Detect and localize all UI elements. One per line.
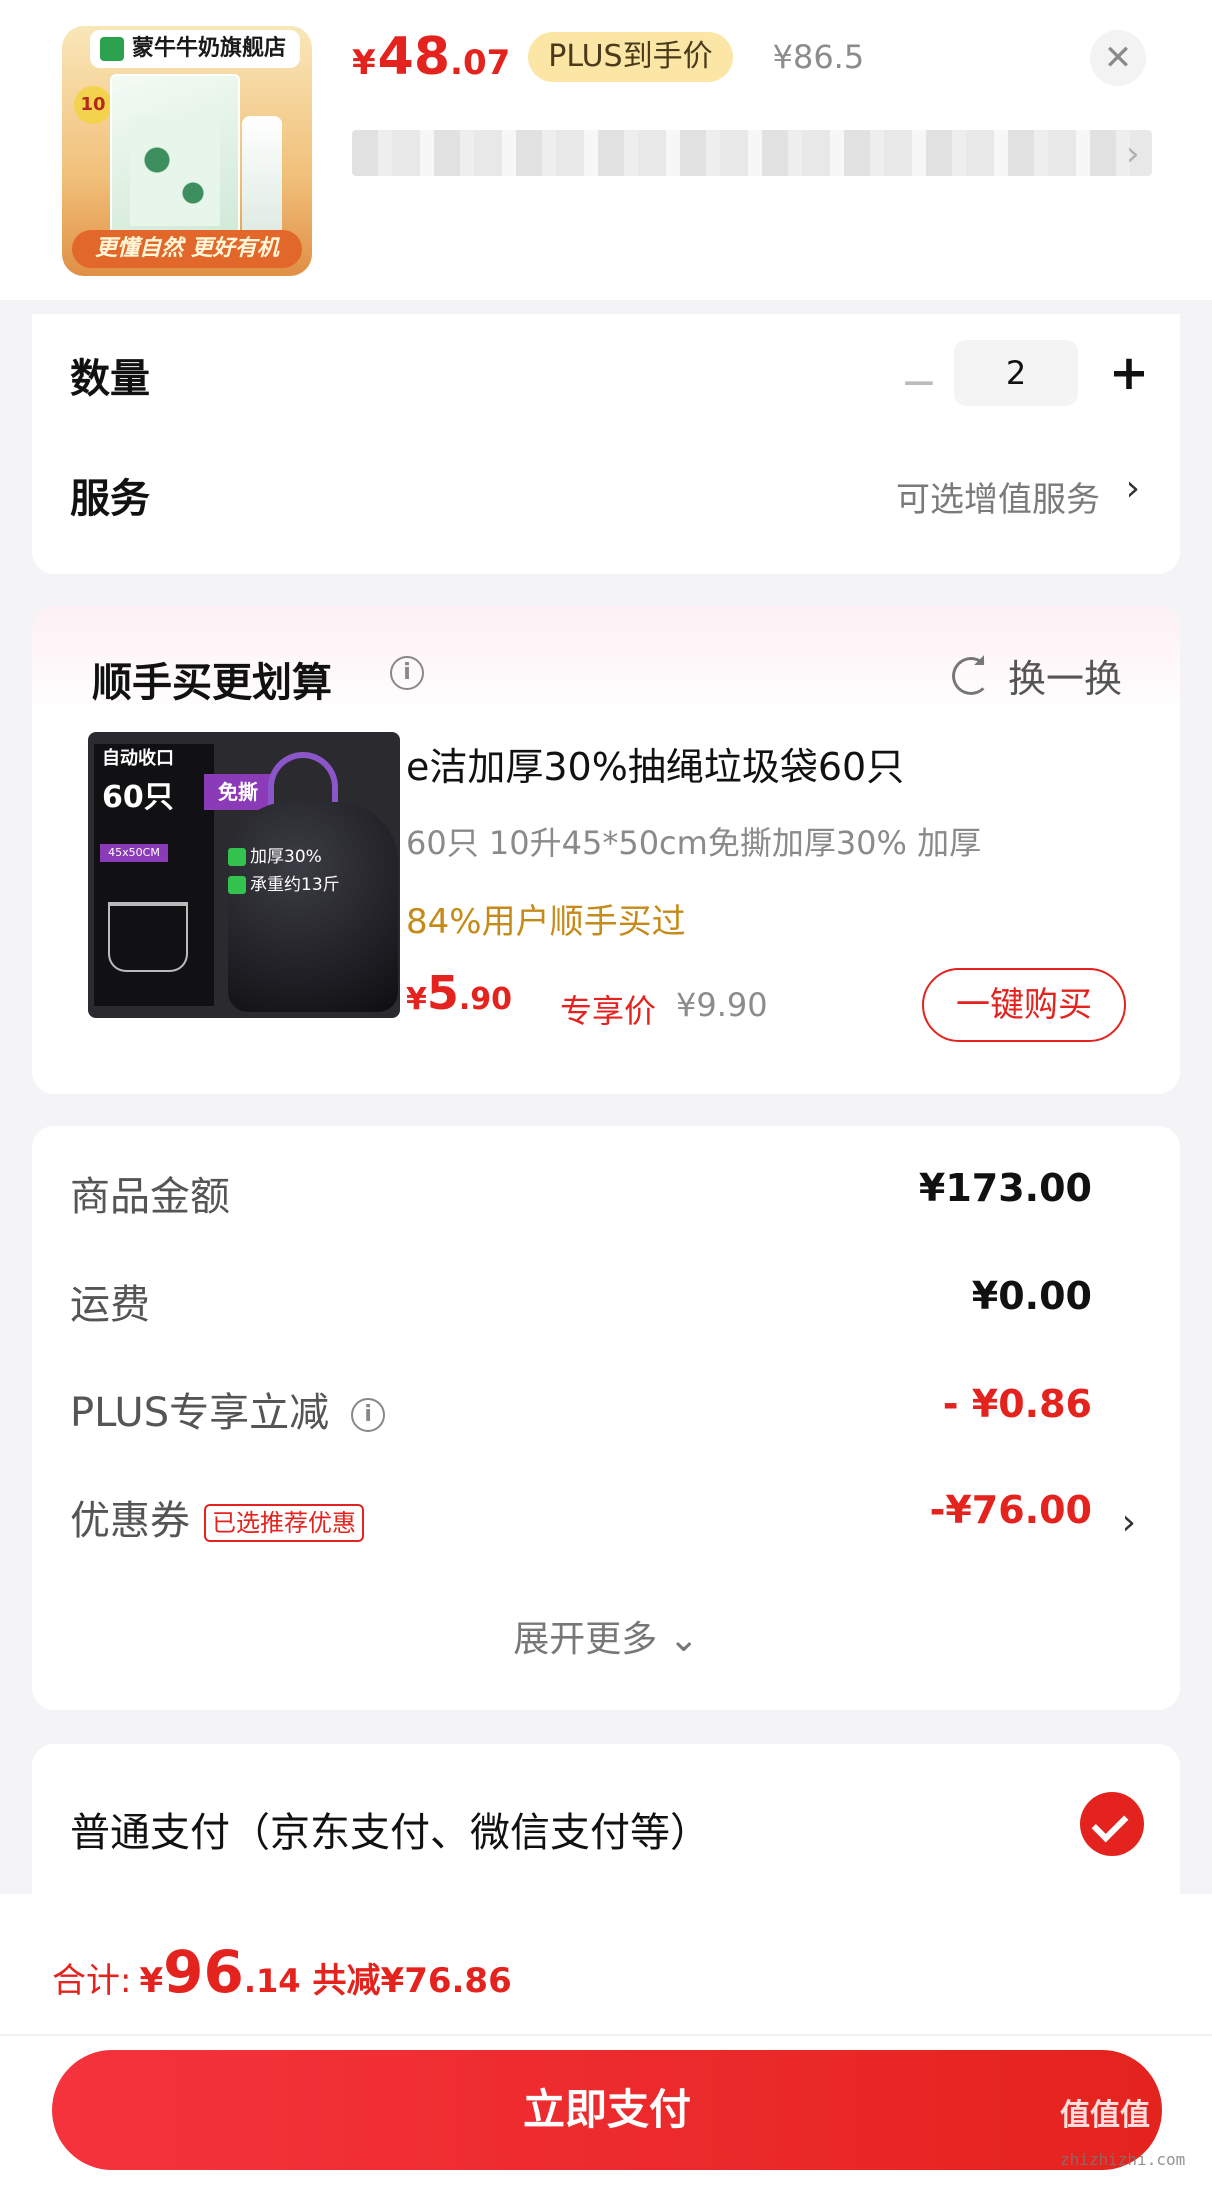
order-total: 合计: ¥ 96 .14 共减¥76.86 bbox=[52, 1938, 512, 2006]
shipping-label: 运费 bbox=[70, 1282, 150, 1328]
bundle-product-image[interactable]: 自动收口 60只 免撕 45x50CM 加厚30% 承重约13斤 bbox=[88, 732, 400, 1018]
subtotal-value: ¥173.00 bbox=[918, 1166, 1092, 1210]
coupon-value[interactable]: -¥76.00 bbox=[930, 1488, 1092, 1532]
quantity-input[interactable]: 2 bbox=[954, 340, 1078, 406]
shipping-value: ¥0.00 bbox=[971, 1274, 1092, 1318]
product-price-row: ¥ 48 .07 PLUS到手价 ¥86.5 bbox=[352, 22, 864, 92]
pay-now-button[interactable]: 立即支付 bbox=[52, 2050, 1162, 2170]
bundle-product-name[interactable]: e洁加厚30%抽绳垃圾袋60只 bbox=[406, 736, 904, 791]
count-badge: 10 bbox=[74, 86, 112, 124]
check-icon bbox=[228, 848, 246, 866]
plus-discount-label: PLUS专享立减 i bbox=[70, 1380, 386, 1438]
quantity-service-card: 数量 − 2 + 服务 可选增值服务 › bbox=[32, 314, 1180, 574]
selected-check-icon[interactable] bbox=[1080, 1792, 1144, 1856]
quantity-minus-button[interactable]: − bbox=[894, 358, 944, 408]
watermark-url: zhizhizhi.com bbox=[1060, 2150, 1186, 2169]
quantity-label: 数量 bbox=[70, 356, 150, 402]
payment-method-card[interactable]: 普通支付（京东支付、微信支付等） bbox=[32, 1744, 1180, 1894]
product-header: 蒙牛牛奶旗舰店 10 更懂自然 更好有机 ¥ 48 .07 PLUS到手价 ¥8… bbox=[0, 0, 1212, 300]
bundle-card: 顺手买更划算 i 换一换 自动收口 60只 免撕 45x50CM 加厚30% 承… bbox=[32, 606, 1180, 1094]
swap-button[interactable]: 换一换 bbox=[951, 648, 1122, 703]
package-count-text: 60只 bbox=[102, 780, 174, 815]
chevron-right-icon[interactable]: › bbox=[1126, 468, 1140, 509]
service-label: 服务 bbox=[70, 476, 150, 522]
coupon-recommended-tag: 已选推荐优惠 bbox=[204, 1504, 364, 1542]
product-image[interactable]: 蒙牛牛奶旗舰店 10 更懂自然 更好有机 bbox=[62, 26, 312, 276]
milk-box-graphic bbox=[110, 74, 240, 244]
chevron-right-icon[interactable]: › bbox=[1126, 134, 1140, 174]
store-logo-icon bbox=[100, 37, 124, 61]
original-price: ¥86.5 bbox=[772, 38, 865, 76]
blurred-product-title[interactable] bbox=[352, 130, 1152, 176]
watermark-logo: 值值值 bbox=[1060, 2098, 1150, 2133]
total-saved: 共减¥76.86 bbox=[312, 1961, 512, 2001]
chevron-right-icon[interactable]: › bbox=[1122, 1502, 1136, 1543]
checkout-bar: 合计: ¥ 96 .14 共减¥76.86 立即支付 bbox=[0, 1894, 1212, 2187]
plus-price-tag: PLUS到手价 bbox=[528, 32, 733, 82]
package-feature-2: 承重约13斤 bbox=[228, 870, 340, 895]
bundle-social-proof: 84%用户顺手买过 bbox=[406, 902, 686, 942]
product-price: ¥ 48 .07 bbox=[352, 27, 511, 87]
payment-method-label: 普通支付（京东支付、微信支付等） bbox=[70, 1810, 710, 1856]
info-icon[interactable]: i bbox=[390, 656, 424, 690]
package-feature-1: 加厚30% bbox=[228, 842, 322, 867]
product-slogan: 更懂自然 更好有机 bbox=[72, 230, 302, 268]
coupon-label: 优惠券 已选推荐优惠 bbox=[70, 1488, 364, 1546]
bundle-title: 顺手买更划算 bbox=[92, 660, 332, 706]
exclusive-price-tag: 专享价 bbox=[560, 992, 657, 1030]
bundle-price: ¥ 5 .90 bbox=[406, 966, 513, 1020]
expand-more-button[interactable]: 展开更多 ⌄ bbox=[32, 1610, 1180, 1662]
plus-discount-value: - ¥0.86 bbox=[942, 1382, 1092, 1426]
store-name: 蒙牛牛奶旗舰店 bbox=[90, 30, 301, 68]
free-tear-badge: 免撕 bbox=[204, 774, 272, 810]
price-summary-card: 商品金额 ¥173.00 运费 ¥0.00 PLUS专享立减 i - ¥0.86 … bbox=[32, 1126, 1180, 1710]
divider bbox=[0, 2034, 1212, 2036]
package-size-tag: 45x50CM bbox=[100, 844, 168, 862]
quantity-plus-button[interactable]: + bbox=[1100, 340, 1158, 406]
bundle-product-spec: 60只 10升45*50cm免撕加厚30% 加厚 bbox=[406, 824, 982, 862]
one-click-buy-button[interactable]: 一键购买 bbox=[922, 968, 1126, 1042]
trash-bag-graphic bbox=[228, 802, 398, 1012]
subtotal-label: 商品金额 bbox=[70, 1174, 230, 1220]
trash-can-graphic bbox=[108, 902, 188, 972]
info-icon[interactable]: i bbox=[351, 1398, 386, 1432]
bundle-original-price: ¥9.90 bbox=[676, 986, 768, 1024]
refresh-icon bbox=[951, 656, 990, 695]
check-icon bbox=[228, 876, 246, 894]
close-button[interactable]: ✕ bbox=[1090, 30, 1146, 86]
package-auto-text: 自动收口 bbox=[102, 748, 174, 769]
service-value[interactable]: 可选增值服务 bbox=[896, 472, 1100, 521]
milk-bottle-graphic bbox=[242, 116, 282, 246]
